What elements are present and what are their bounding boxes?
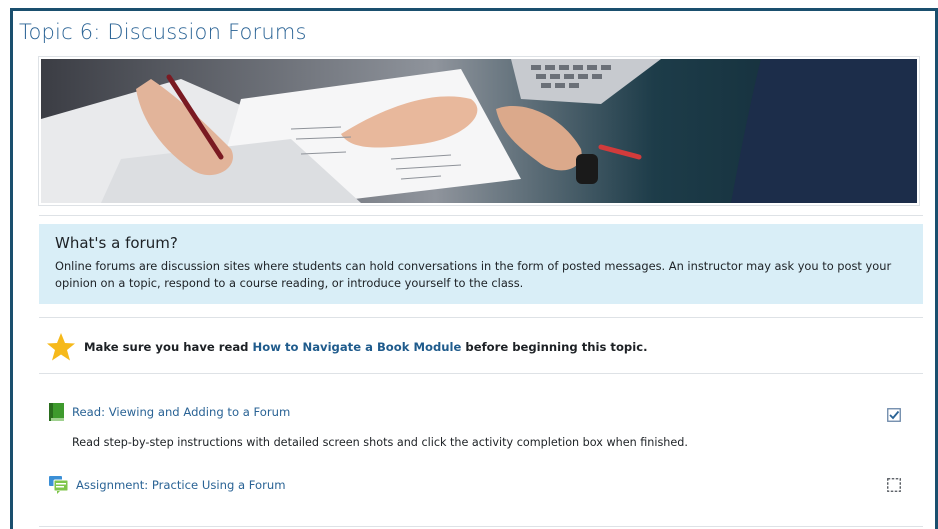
star-icon xyxy=(47,333,75,361)
book-module-link[interactable]: How to Navigate a Book Module xyxy=(253,340,462,354)
notice-suffix: before beginning this topic. xyxy=(461,340,648,354)
divider xyxy=(39,317,923,318)
activity-link-practice-forum[interactable]: Assignment: Practice Using a Forum xyxy=(76,478,286,492)
activity-read-forum[interactable]: Read: Viewing and Adding to a Forum xyxy=(48,403,290,421)
activity-link-read-forum[interactable]: Read: Viewing and Adding to a Forum xyxy=(72,405,290,419)
activity-practice-forum[interactable]: Assignment: Practice Using a Forum xyxy=(48,475,286,495)
divider xyxy=(39,373,923,374)
info-callout: What's a forum? Online forums are discus… xyxy=(39,224,923,304)
forum-icon xyxy=(49,476,69,494)
notice-prefix: Make sure you have read xyxy=(84,340,253,354)
divider xyxy=(39,215,923,216)
divider xyxy=(39,526,923,527)
topic-banner-image xyxy=(38,56,920,206)
completion-checkbox-unchecked[interactable] xyxy=(887,478,901,492)
book-icon xyxy=(49,403,64,421)
completion-checkbox-checked[interactable] xyxy=(887,408,901,422)
banner-photo xyxy=(41,59,917,203)
notice-text: Make sure you have read How to Navigate … xyxy=(84,340,648,354)
info-heading: What's a forum? xyxy=(55,234,178,252)
info-text: Online forums are discussion sites where… xyxy=(55,259,892,290)
notice-banner: Make sure you have read How to Navigate … xyxy=(46,332,648,362)
topic-title: Topic 6: Discussion Forums xyxy=(19,20,307,44)
activity-description: Read step-by-step instructions with deta… xyxy=(72,436,688,449)
